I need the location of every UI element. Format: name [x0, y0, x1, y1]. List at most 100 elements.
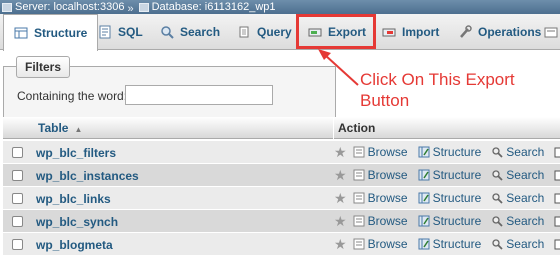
tab-import-label: Import	[402, 25, 440, 39]
browse-action[interactable]: Browse	[353, 168, 408, 182]
more-tabs-icon	[544, 25, 558, 39]
search-label[interactable]: Search	[506, 191, 544, 205]
sql-icon	[98, 25, 112, 39]
browse-icon	[353, 238, 365, 250]
tab-search-label: Search	[180, 25, 221, 39]
export-highlight-box	[296, 14, 376, 49]
favorite-star-icon[interactable]: ★	[334, 237, 347, 251]
database-icon	[138, 2, 149, 12]
column-header-table-label[interactable]: Table	[38, 121, 68, 135]
insert-action[interactable]	[554, 192, 560, 204]
table-structure-icon	[418, 215, 430, 227]
favorite-star-icon[interactable]: ★	[334, 214, 347, 228]
tab-import[interactable]: Import	[372, 14, 449, 50]
structure-label[interactable]: Structure	[433, 145, 482, 159]
row-checkbox[interactable]	[12, 239, 23, 250]
column-header-action: Action	[338, 121, 376, 135]
column-header-table[interactable]: Table ▲	[38, 121, 82, 135]
structure-label[interactable]: Structure	[433, 214, 482, 228]
table-structure-icon	[418, 146, 430, 158]
browse-label[interactable]: Browse	[368, 237, 408, 251]
column-divider	[333, 117, 334, 139]
search-action[interactable]: Search	[491, 168, 544, 182]
browse-label[interactable]: Browse	[368, 214, 408, 228]
table-row: wp_blogmeta ★ Browse Structure Search	[3, 233, 560, 256]
table-search-icon	[492, 170, 503, 181]
structure-label[interactable]: Structure	[433, 237, 482, 251]
structure-action[interactable]: Structure	[418, 168, 482, 182]
structure-action[interactable]: Structure	[418, 214, 482, 228]
table-name-link[interactable]: wp_blc_filters	[36, 146, 116, 160]
insert-action[interactable]	[554, 169, 560, 181]
search-label[interactable]: Search	[506, 214, 544, 228]
insert-action[interactable]	[554, 238, 560, 250]
table-search-icon	[492, 239, 503, 250]
server-icon	[2, 2, 12, 12]
browse-icon	[353, 146, 365, 158]
search-icon	[160, 25, 174, 39]
table-row: wp_blc_links ★ Browse Structure Search	[3, 187, 560, 210]
breadcrumb-database[interactable]: Database: i6113162_wp1	[137, 0, 276, 14]
row-checkbox[interactable]	[12, 147, 23, 158]
structure-action[interactable]: Structure	[418, 237, 482, 251]
table-header: Table ▲ Action	[3, 117, 560, 139]
breadcrumb-server[interactable]: Server: localhost:3306	[0, 0, 124, 14]
tab-query[interactable]: Query	[227, 14, 302, 50]
table-name-link[interactable]: wp_blc_links	[36, 192, 111, 206]
wrench-icon	[458, 25, 472, 39]
browse-label[interactable]: Browse	[368, 191, 408, 205]
search-action[interactable]: Search	[491, 214, 544, 228]
browse-action[interactable]: Browse	[353, 191, 408, 205]
row-actions: ★ Browse Structure Search	[334, 191, 560, 205]
tab-operations-label: Operations	[478, 25, 542, 39]
favorite-star-icon[interactable]: ★	[334, 145, 347, 159]
tab-sql[interactable]: SQL	[88, 14, 153, 50]
table-search-icon	[492, 216, 503, 227]
insert-action[interactable]	[554, 146, 560, 158]
browse-label[interactable]: Browse	[368, 168, 408, 182]
table-row: wp_blc_instances ★ Browse Structure Sear…	[3, 164, 560, 187]
table-row: wp_blc_filters ★ Browse Structure Search	[3, 141, 560, 164]
search-action[interactable]: Search	[491, 191, 544, 205]
browse-action[interactable]: Browse	[353, 214, 408, 228]
tab-more[interactable]	[540, 14, 560, 50]
search-label[interactable]: Search	[506, 237, 544, 251]
row-actions: ★ Browse Structure Search	[334, 168, 560, 182]
filter-word-input[interactable]	[125, 85, 273, 105]
row-checkbox[interactable]	[12, 193, 23, 204]
search-action[interactable]: Search	[491, 145, 544, 159]
structure-action[interactable]: Structure	[418, 191, 482, 205]
row-actions: ★ Browse Structure Search	[334, 237, 560, 251]
table-name-link[interactable]: wp_blc_instances	[36, 169, 139, 183]
filters-label: Containing the word:	[17, 89, 128, 103]
tab-structure-label: Structure	[34, 26, 88, 40]
browse-action[interactable]: Browse	[353, 145, 408, 159]
structure-action[interactable]: Structure	[418, 145, 482, 159]
insert-icon	[554, 216, 560, 227]
table-name-link[interactable]: wp_blc_synch	[36, 215, 118, 229]
favorite-star-icon[interactable]: ★	[334, 168, 347, 182]
search-label[interactable]: Search	[506, 145, 544, 159]
filters-legend: Filters	[16, 56, 71, 78]
breadcrumb-server-label[interactable]: Server: localhost:3306	[15, 0, 124, 14]
structure-label[interactable]: Structure	[433, 168, 482, 182]
row-checkbox[interactable]	[12, 170, 23, 181]
favorite-star-icon[interactable]: ★	[334, 191, 347, 205]
browse-action[interactable]: Browse	[353, 237, 408, 251]
browse-label[interactable]: Browse	[368, 145, 408, 159]
table-search-icon	[492, 193, 503, 204]
tab-search[interactable]: Search	[150, 14, 230, 50]
insert-icon	[554, 147, 560, 158]
tab-bar: Structure SQL Search Query Export Import…	[0, 14, 560, 51]
search-action[interactable]: Search	[491, 237, 544, 251]
row-checkbox[interactable]	[12, 216, 23, 227]
annotation-line-1: Click On This Export	[360, 70, 515, 89]
structure-label[interactable]: Structure	[433, 191, 482, 205]
insert-action[interactable]	[554, 215, 560, 227]
table-row: wp_blc_synch ★ Browse Structure Search	[3, 210, 560, 233]
breadcrumb-database-label[interactable]: Database: i6113162_wp1	[152, 0, 276, 14]
tab-structure[interactable]: Structure	[3, 14, 99, 51]
tab-operations[interactable]: Operations	[448, 14, 551, 50]
search-label[interactable]: Search	[506, 168, 544, 182]
browse-icon	[353, 215, 365, 227]
